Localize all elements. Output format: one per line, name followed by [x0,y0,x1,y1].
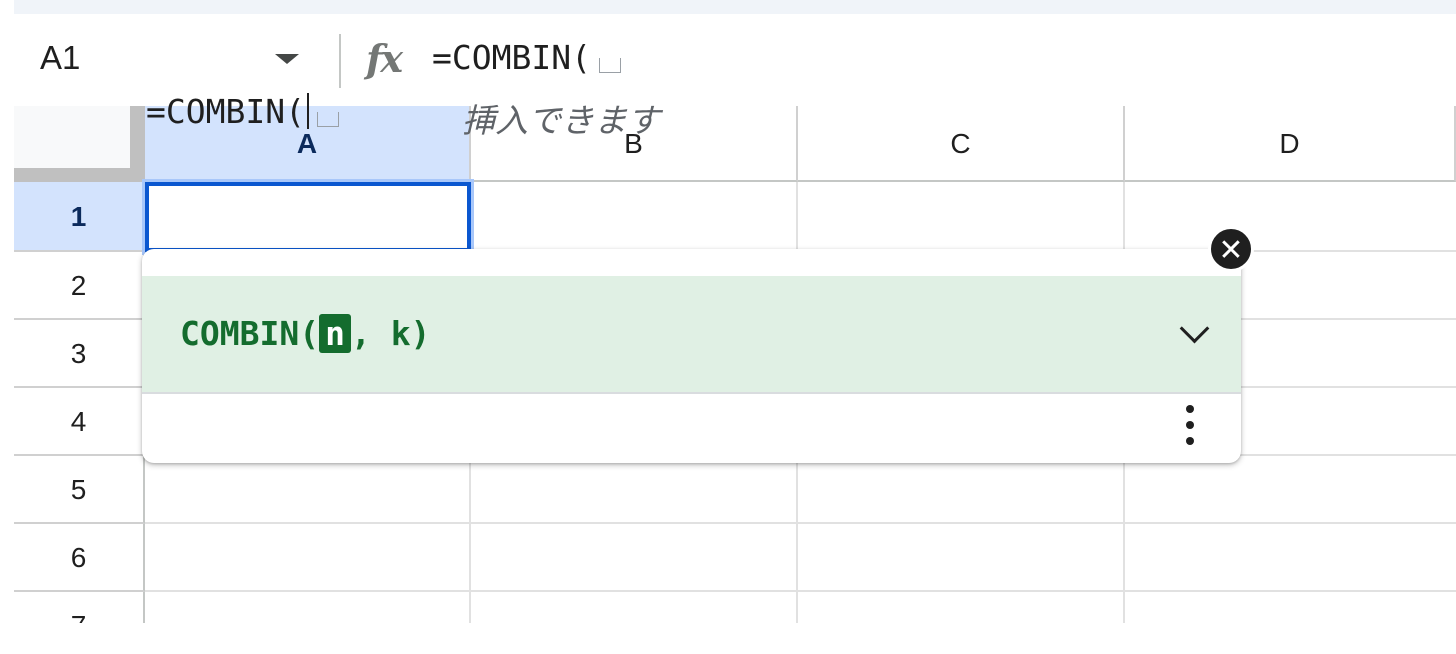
row-header-1[interactable]: 1 [14,182,145,252]
cell-hint-text: 挿入できます [462,102,660,139]
row-header-3[interactable]: 3 [14,320,145,388]
row-header-7[interactable]: 7 [14,592,145,623]
more-options-icon[interactable] [1185,405,1195,451]
signature-prefix: COMBIN( [180,314,320,353]
text-caret [306,93,309,129]
function-signature-row[interactable]: COMBIN(n, k) [142,276,1241,394]
formula-input[interactable]: =COMBIN( [432,38,621,77]
current-argument: n [319,314,351,353]
chevron-down-icon[interactable] [1179,313,1210,344]
name-box[interactable]: A1 [40,36,80,80]
row-header-5[interactable]: 5 [14,456,145,524]
signature-suffix: , k) [350,314,431,353]
cell-editor-text: =COMBIN( [146,92,305,131]
row-gridline [145,522,1456,524]
column-header-d[interactable]: D [1125,106,1456,182]
cell-editor[interactable]: =COMBIN( [146,92,339,131]
formula-text: =COMBIN( [432,38,591,77]
top-toolbar-edge [14,0,1456,14]
row-header-4[interactable]: 4 [14,388,145,456]
space-marker-icon [316,112,339,127]
column-header-c[interactable]: C [798,106,1125,182]
function-signature: COMBIN(n, k) [180,314,430,353]
row-header-2[interactable]: 2 [14,252,145,320]
name-box-dropdown-icon[interactable] [275,54,299,64]
active-cell-a1[interactable] [142,179,474,255]
function-help-popup: COMBIN(n, k) [142,249,1241,463]
close-help-button[interactable]: ✕ [1208,226,1254,272]
row-gridline [145,590,1456,592]
space-marker-icon [598,58,621,73]
fx-icon: fx [366,36,403,81]
formula-bar-divider [339,34,341,88]
row-header-6[interactable]: 6 [14,524,145,592]
select-all-corner[interactable] [14,106,145,182]
